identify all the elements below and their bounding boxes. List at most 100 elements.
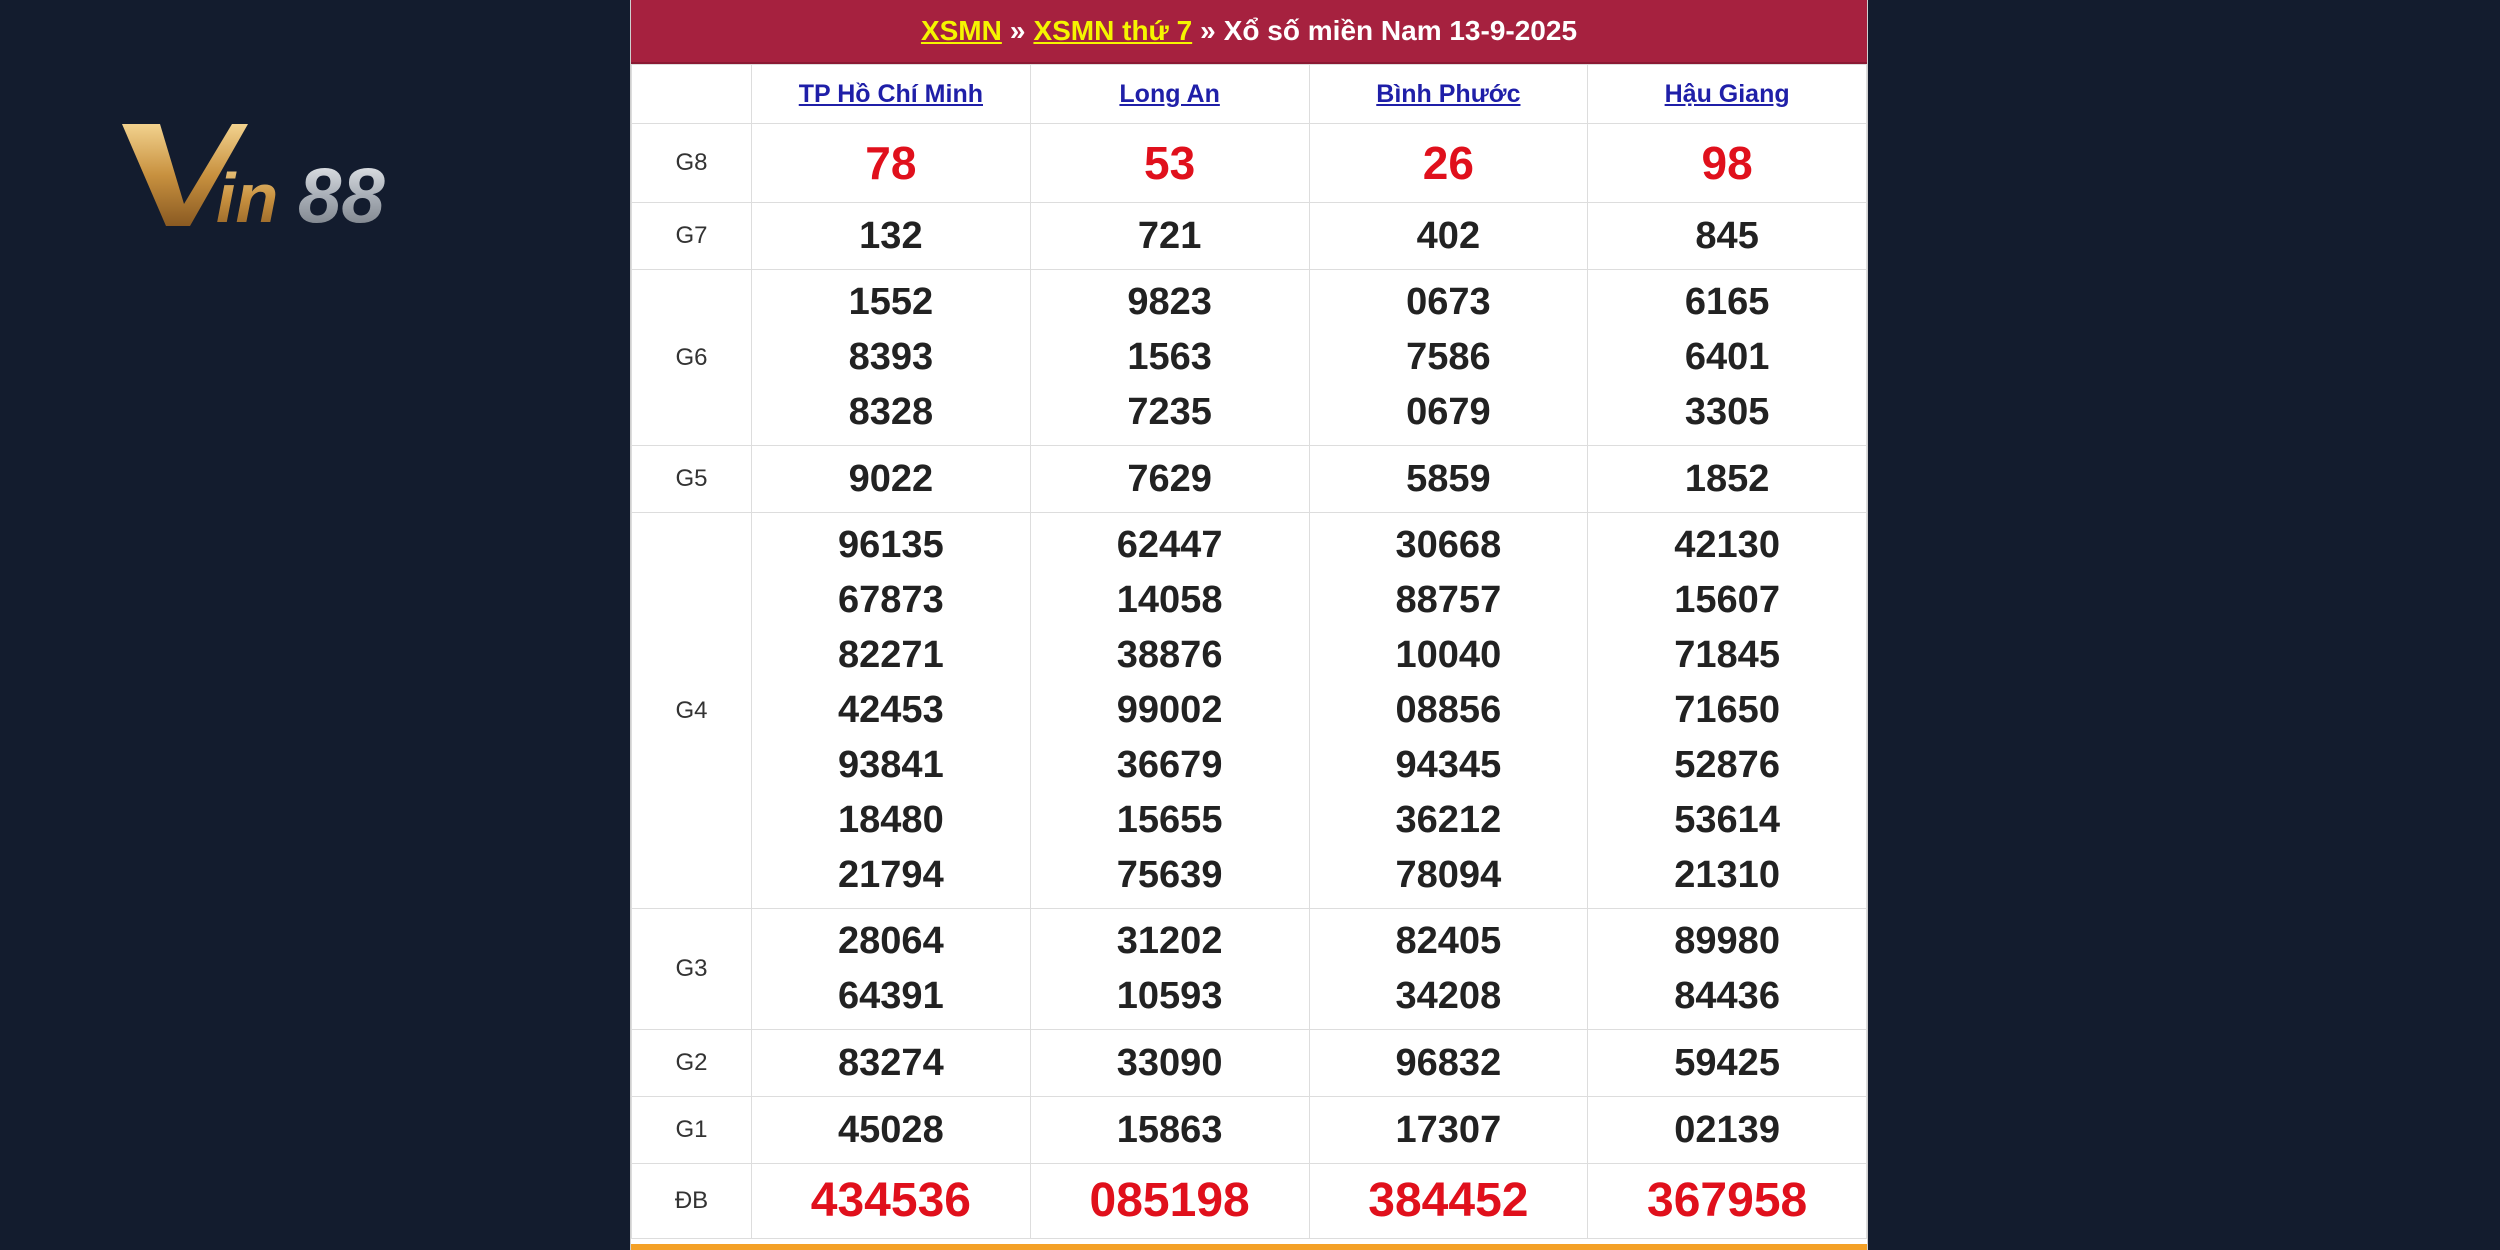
winning-number: 845 (1695, 215, 1759, 257)
result-cell: 78 (751, 123, 1031, 203)
winning-number: 434536 (810, 1174, 971, 1227)
winning-number: 3305 (1684, 391, 1770, 433)
winning-number: 82405 (1395, 920, 1502, 962)
winning-number: 67873 (838, 579, 944, 621)
winning-number: 17307 (1395, 1109, 1502, 1151)
winning-number: 18480 (838, 799, 944, 841)
winning-number: 9823 (1127, 281, 1212, 323)
result-cell: 59425 (1587, 1029, 1867, 1097)
province-link-hau-giang[interactable]: Hậu Giang (1665, 80, 1790, 108)
result-cell: 845 (1587, 202, 1867, 270)
results-header: XSMN » XSMN thứ 7 » Xổ số miền Nam 13-9-… (631, 0, 1867, 64)
province-link-binh-phuoc[interactable]: Bình Phước (1376, 80, 1520, 108)
bottom-accent-bar (631, 1244, 1867, 1250)
winning-number: 15863 (1116, 1109, 1223, 1151)
winning-number: 45028 (838, 1109, 944, 1151)
result-cell: 7629 (1029, 445, 1310, 513)
winning-number: 7629 (1127, 458, 1212, 500)
result-cell: 132 (751, 202, 1031, 270)
winning-number: 15655 (1116, 799, 1223, 841)
winning-number: 085198 (1089, 1174, 1250, 1227)
winning-number: 33090 (1116, 1042, 1223, 1084)
winning-number: 721 (1137, 215, 1202, 257)
result-cell: 53 (1029, 123, 1310, 203)
winning-number: 7586 (1406, 336, 1491, 378)
winning-number: 132 (859, 215, 923, 257)
winning-number: 78094 (1395, 854, 1502, 896)
province-link-tp-ho-chi-minh[interactable]: TP Hồ Chí Minh (799, 80, 983, 108)
breadcrumb-separator: » (1200, 15, 1216, 46)
winning-number: 93841 (838, 744, 944, 786)
logo-88-text: 88 (298, 151, 385, 238)
winning-number: 10040 (1395, 634, 1502, 676)
winning-number: 08856 (1395, 689, 1502, 731)
prize-row-g8: G8 78 53 26 98 (631, 123, 1867, 203)
province-header-cell: Hậu Giang (1587, 64, 1867, 124)
result-cell: 96832 (1308, 1029, 1589, 1097)
prize-header-cell (631, 64, 752, 124)
result-cell: 17307 (1308, 1096, 1589, 1164)
prize-row-g1: G1 45028 15863 17307 02139 (631, 1096, 1867, 1164)
winning-number: 52876 (1674, 744, 1780, 786)
result-cell: 30668 88757 10040 08856 94345 36212 78094 (1308, 512, 1589, 909)
winning-number: 402 (1416, 215, 1481, 257)
results-panel: XSMN » XSMN thứ 7 » Xổ số miền Nam 13-9-… (630, 0, 1868, 1250)
winning-number: 53 (1144, 137, 1196, 189)
winning-number: 96832 (1395, 1042, 1502, 1084)
province-header-cell: Long An (1029, 64, 1310, 124)
province-header-row: TP Hồ Chí Minh Long An Bình Phước Hậu Gi… (631, 64, 1867, 124)
vin88-logo-graphic: in 88 (122, 124, 385, 239)
result-cell: 9823 1563 7235 (1029, 269, 1310, 446)
results-table: TP Hồ Chí Minh Long An Bình Phước Hậu Gi… (631, 64, 1867, 1239)
results-title: Xổ số miền Nam 13-9-2025 (1223, 15, 1578, 46)
winning-number: 21310 (1674, 854, 1780, 896)
result-cell: 434536 (751, 1163, 1031, 1239)
winning-number: 89980 (1674, 920, 1780, 962)
winning-number: 14058 (1116, 579, 1223, 621)
winning-number: 21794 (838, 854, 944, 896)
winning-number: 26 (1422, 137, 1474, 189)
result-cell: 02139 (1587, 1096, 1867, 1164)
winning-number: 30668 (1395, 524, 1502, 566)
result-cell: 83274 (751, 1029, 1031, 1097)
result-cell: 1552 8393 8328 (751, 269, 1031, 446)
result-cell: 085198 (1029, 1163, 1310, 1239)
prize-row-g3: G3 28064 64391 31202 10593 82405 34208 89980 844… (631, 908, 1867, 1030)
winning-number: 9022 (848, 458, 934, 500)
winning-number: 71845 (1674, 634, 1780, 676)
winning-number: 82271 (838, 634, 944, 676)
breadcrumb-separator: » (1009, 15, 1026, 46)
prize-label: G2 (631, 1029, 752, 1097)
winning-number: 28064 (838, 920, 944, 962)
winning-number: 10593 (1116, 975, 1223, 1017)
result-cell: 33090 (1029, 1029, 1310, 1097)
result-cell: 31202 10593 (1029, 908, 1310, 1030)
result-cell: 45028 (751, 1096, 1031, 1164)
prize-label: G6 (631, 269, 752, 446)
winning-number: 0679 (1406, 391, 1491, 433)
result-cell: 5859 (1308, 445, 1589, 513)
winning-number: 71650 (1674, 689, 1780, 731)
result-cell: 0673 7586 0679 (1308, 269, 1589, 446)
winning-number: 1552 (848, 281, 934, 323)
result-cell: 15863 (1029, 1096, 1310, 1164)
winning-number: 15607 (1674, 579, 1780, 621)
winning-number: 96135 (838, 524, 944, 566)
winning-number: 1852 (1684, 458, 1770, 500)
prize-row-g5: G5 9022 7629 5859 1852 (631, 445, 1867, 513)
winning-number: 5859 (1406, 458, 1491, 500)
province-header-cell: Bình Phước (1308, 64, 1589, 124)
result-cell: 96135 67873 82271 42453 93841 18480 21794 (751, 512, 1031, 909)
winning-number: 42130 (1674, 524, 1780, 566)
result-cell: 28064 64391 (751, 908, 1031, 1030)
breadcrumb-xsmn-link[interactable]: XSMN (921, 15, 1002, 47)
winning-number: 78 (865, 137, 917, 189)
winning-number: 84436 (1674, 975, 1780, 1017)
winning-number: 6401 (1684, 336, 1770, 378)
result-cell: 98 (1587, 123, 1867, 203)
breadcrumb-xsmn-saturday-link[interactable]: XSMN thứ 7 (1033, 15, 1192, 47)
prize-label: ĐB (631, 1163, 752, 1239)
result-cell: 721 (1029, 202, 1310, 270)
province-link-long-an[interactable]: Long An (1119, 80, 1219, 108)
result-cell: 26 (1308, 123, 1589, 203)
